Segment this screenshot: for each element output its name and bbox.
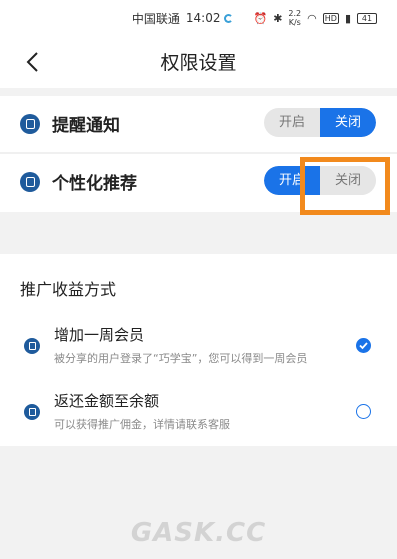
permission-row-recommendation: 个性化推荐 开启 关闭	[0, 154, 397, 210]
notification-toggle[interactable]: 开启 关闭	[264, 108, 376, 137]
radio-checked[interactable]	[356, 338, 371, 353]
permission-row-notification: 提醒通知 开启 关闭	[0, 96, 397, 154]
notification-icon	[20, 114, 40, 134]
speed-value: 2.2	[288, 9, 302, 18]
toggle-on-option[interactable]: 开启	[264, 108, 320, 137]
toggle-off-option[interactable]: 关闭	[320, 108, 376, 137]
permission-label: 提醒通知	[52, 116, 120, 136]
promo-section: 推广收益方式 增加一周会员 被分享的用户登录了“巧学宝”，您可以得到一周会员 返…	[0, 254, 397, 446]
toggle-on-option[interactable]: 开启	[264, 166, 320, 195]
permissions-section: 提醒通知 开启 关闭 个性化推荐 开启 关闭	[0, 96, 397, 212]
speed-unit: K/s	[288, 18, 301, 27]
membership-icon	[24, 338, 40, 354]
option-title: 返还金额至余额	[54, 392, 160, 410]
section-title: 推广收益方式	[20, 280, 117, 299]
clock: 14:02	[185, 11, 221, 25]
check-icon	[359, 342, 368, 350]
radio-unchecked[interactable]	[356, 404, 371, 419]
recommendation-toggle[interactable]: 开启 关闭	[264, 166, 376, 195]
battery-icon: 41	[357, 12, 377, 24]
watermark: GASK.CC	[130, 518, 267, 548]
page-title: 权限设置	[160, 52, 237, 74]
bluetooth-icon: ✱	[273, 11, 283, 25]
status-bar: 中国联通 14:02 ⏰ ✱ 2.2 K/s ◠ HD ▮ 41	[0, 0, 397, 36]
option-description: 可以获得推广佣金，详情请联系客服	[54, 418, 230, 431]
recommendation-icon	[20, 172, 40, 192]
option-title: 增加一周会员	[54, 326, 145, 344]
option-refund-balance[interactable]: 返还金额至余额 可以获得推广佣金，详情请联系客服	[0, 390, 397, 442]
option-membership[interactable]: 增加一周会员 被分享的用户登录了“巧学宝”，您可以得到一周会员	[0, 324, 397, 376]
network-speed: 2.2 K/s	[288, 9, 301, 27]
divider	[0, 88, 397, 96]
wifi-icon: ◠	[307, 11, 317, 25]
signal-icon: ▮	[344, 11, 351, 25]
alarm-icon: ⏰	[253, 11, 268, 25]
balance-icon	[24, 404, 40, 420]
toggle-off-option[interactable]: 关闭	[320, 166, 376, 195]
app-header: 权限设置	[0, 36, 397, 88]
sync-icon	[224, 13, 234, 23]
permission-label: 个性化推荐	[52, 174, 137, 194]
option-description: 被分享的用户登录了“巧学宝”，您可以得到一周会员	[54, 352, 308, 365]
carrier-name: 中国联通	[131, 11, 180, 26]
hd-icon: HD	[322, 12, 339, 24]
